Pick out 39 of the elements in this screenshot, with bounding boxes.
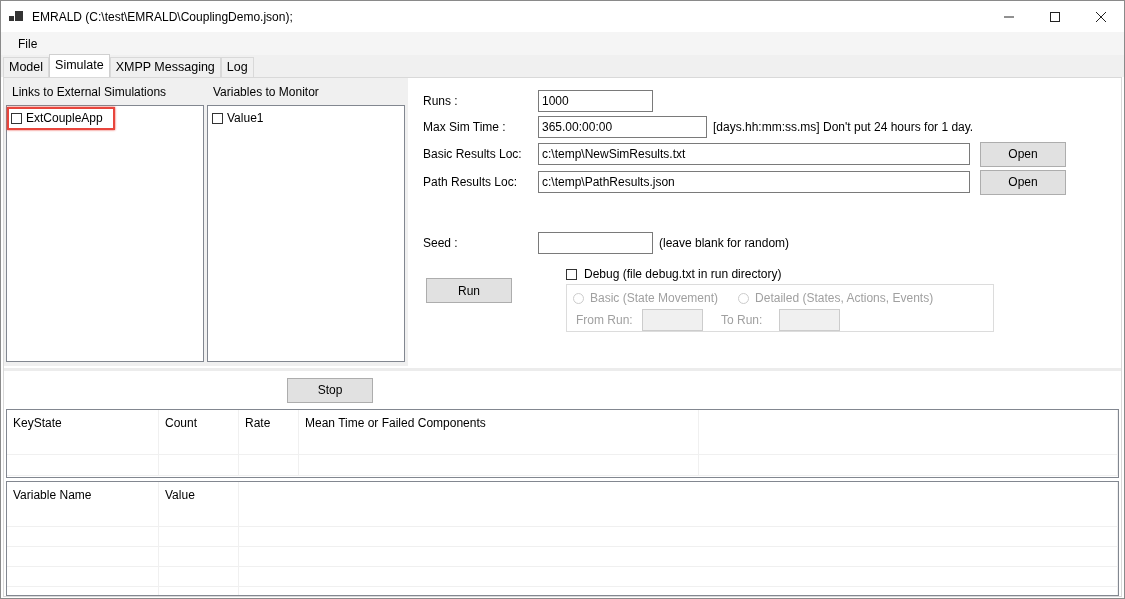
checkbox[interactable] [212,112,223,124]
open-button[interactable]: Open [980,169,1066,195]
maximize-icon[interactable] [1050,11,1060,22]
tab[interactable]: Log [220,57,254,77]
column-header[interactable]: Value [159,482,239,526]
field-label: Runs : [423,94,459,108]
input-field[interactable]: c:\temp\NewSimResults.txt [538,143,970,165]
field-label: Seed : [423,236,459,250]
checkbox-label[interactable]: ExtCoupleApp [26,111,103,125]
field-label: To Run: [721,313,764,327]
list-header: Links to External Simulations [11,84,168,101]
app-icon [9,10,23,23]
menu-item[interactable]: File [11,36,45,51]
field-label: Path Results Loc: [423,175,519,189]
column-header[interactable]: Rate [239,410,299,454]
tab[interactable]: Simulate [49,54,110,77]
column-header[interactable]: Mean Time or Failed Components [299,410,699,454]
stop-button[interactable]: Stop [287,377,373,403]
tab[interactable]: XMPP Messaging [109,57,221,77]
input-field[interactable]: 365.00:00:00 [538,116,707,138]
column-header[interactable]: Variable Name [7,482,159,526]
window-title: EMRALD (C:\test\EMRALD\CouplingDemo.json); [32,9,293,24]
column-header[interactable]: KeyState [7,410,159,454]
run-button[interactable]: Run [426,278,512,303]
close-icon[interactable] [1096,11,1106,22]
field-label: Max Sim Time : [423,120,507,134]
hint-text: (leave blank for random) [659,236,790,250]
tab[interactable]: Model [3,57,50,77]
hint-text: [days.hh:mm:ss.ms] Don't put 24 hours for 1 day. [713,120,974,134]
list-header: Variables to Monitor [212,84,320,101]
checkbox[interactable] [11,112,22,124]
input-field[interactable]: 1000 [538,90,653,112]
checkbox-label[interactable]: Value1 [227,111,264,125]
open-button[interactable]: Open [980,141,1066,167]
field-label: From Run: [576,313,634,327]
input-field[interactable]: c:\temp\PathResults.json [538,171,970,193]
field-label: Basic Results Loc: [423,147,523,161]
input-field[interactable] [538,232,653,254]
column-header[interactable]: Count [159,410,239,454]
